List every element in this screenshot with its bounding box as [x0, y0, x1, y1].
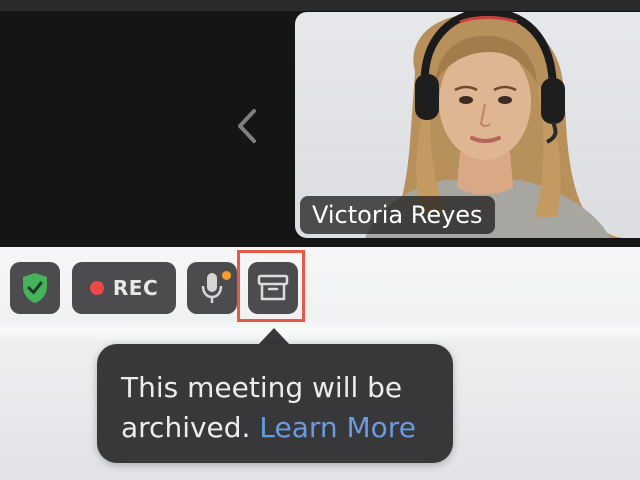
recording-button[interactable]: REC [72, 262, 176, 314]
chevron-left-icon [238, 109, 256, 143]
previous-page-button[interactable] [230, 104, 264, 148]
recording-label: REC [112, 276, 159, 300]
record-dot-icon [89, 281, 104, 295]
learn-more-link[interactable]: Learn More [259, 411, 416, 444]
top-strip [0, 0, 640, 11]
tooltip-line-2: archived. [121, 411, 251, 444]
shield-check-icon [23, 273, 47, 303]
security-button[interactable] [10, 262, 60, 314]
tooltip-line-1: This meeting will be [121, 371, 403, 404]
mic-status-badge [222, 271, 231, 280]
tooltip-message: This meeting will be archived. Learn Mor… [121, 368, 441, 448]
tooltip-arrow [258, 328, 290, 345]
microphone-button[interactable] [187, 262, 237, 314]
microphone-icon [201, 273, 223, 303]
background-stripe [0, 320, 640, 342]
archive-highlight [237, 250, 305, 322]
participant-name-label: Victoria Reyes [300, 196, 495, 234]
